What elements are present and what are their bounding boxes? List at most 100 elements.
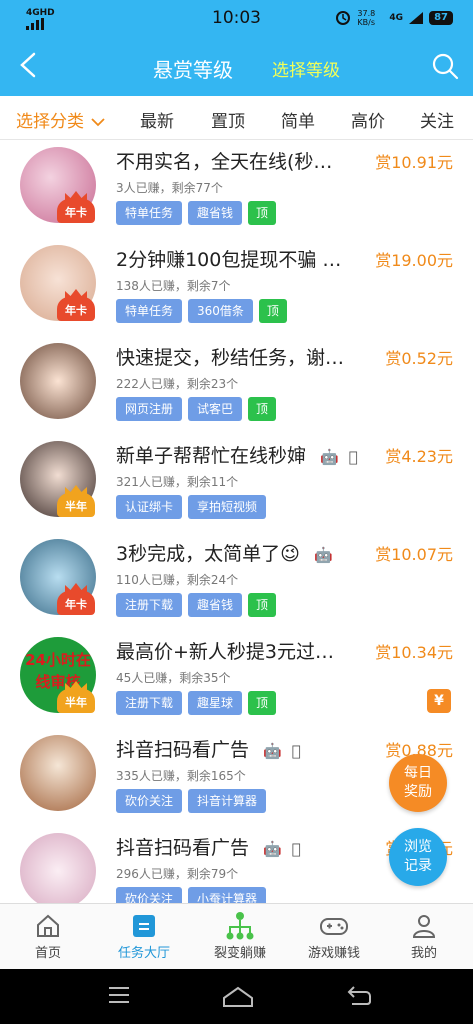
task-tags: 特单任务 360借条 顶 [116, 299, 287, 323]
chevron-down-icon [91, 118, 106, 127]
pinned-tag: 顶 [258, 299, 287, 323]
tab-profile[interactable]: 我的 [384, 910, 464, 961]
task-tag: 抖音计算器 [188, 789, 267, 813]
daily-reward-button[interactable]: 每日奖励 [389, 754, 447, 812]
task-tag: 认证绑卡 [116, 495, 183, 519]
filter-newest[interactable]: 最新 [140, 107, 174, 132]
select-level-button[interactable]: 选择等级 [272, 56, 340, 81]
task-tag: 砍价关注 [116, 887, 183, 903]
signal-type: 4G [389, 13, 404, 23]
apple-icon:  [292, 742, 301, 760]
task-reward: 赏10.07元 [375, 545, 453, 564]
task-reward: 赏4.23元 [385, 447, 453, 466]
tab-label: 游戏赚钱 [307, 946, 360, 961]
android-icon: 🤖 [263, 840, 282, 858]
system-nav-bar [0, 969, 473, 1024]
task-tag: 享拍短视频 [188, 495, 267, 519]
browse-history-label: 浏览记录 [404, 839, 432, 874]
task-title-text: 3秒完成，太简单了😉 [116, 543, 300, 565]
android-icon: 🤖 [263, 742, 282, 760]
task-meta: 222人已赚，剩余23个 [116, 377, 239, 391]
browse-history-button[interactable]: 浏览记录 [389, 828, 447, 886]
menu-icon[interactable] [107, 984, 131, 1006]
task-tag: 趣星球 [188, 691, 243, 715]
page-title: 悬赏等级 [153, 58, 233, 82]
annual-card-badge: 年卡 [57, 199, 95, 223]
task-row[interactable]: 年卡 3秒完成，太简单了😉 🤖 赏10.07元 110人已赚，剩余24个 注册下… [0, 533, 473, 631]
pinned-tag: 顶 [248, 201, 277, 225]
half-year-badge: 半年 [57, 493, 95, 517]
task-row[interactable]: 半年 新单子帮帮忙在线秒婶 🤖  赏4.23元 321人已赚，剩余11个 认证… [0, 435, 473, 533]
task-title: 2分钟赚100包提现不骗 … [116, 249, 342, 271]
task-tag: 砍价关注 [116, 789, 183, 813]
task-title: 新单子帮帮忙在线秒婶 🤖  [116, 441, 358, 468]
tab-games[interactable]: 游戏赚钱 [294, 910, 374, 961]
android-icon: 🤖 [320, 448, 339, 466]
task-tags: 注册下载 趣省钱 顶 [116, 593, 277, 617]
task-tag: 特单任务 [116, 201, 183, 225]
battery-level: 87 [429, 11, 453, 25]
pinned-tag: 顶 [248, 691, 277, 715]
tab-home[interactable]: 首页 [8, 910, 88, 961]
task-title-text: 抖音扫码看广告 [116, 837, 250, 859]
task-tag: 试客巴 [188, 397, 243, 421]
filter-simple[interactable]: 简单 [281, 107, 315, 132]
task-title-text: 抖音扫码看广告 [116, 739, 250, 761]
back-arrow-icon[interactable] [14, 50, 44, 80]
task-meta: 335人已赚，剩余165个 [116, 769, 246, 783]
task-tag: 特单任务 [116, 299, 183, 323]
home-nav-icon[interactable] [222, 984, 254, 1008]
task-tag: 注册下载 [116, 691, 183, 715]
fission-icon [226, 912, 254, 940]
task-meta: 3人已赚，剩余77个 [116, 181, 223, 195]
filter-pinned[interactable]: 置顶 [211, 107, 245, 132]
task-tag: 360借条 [188, 299, 253, 323]
search-icon[interactable] [431, 52, 459, 80]
task-row[interactable]: 24小时在线审核 半年 最高价+新人秒提3元过… 赏10.34元 45人已赚，剩… [0, 631, 473, 729]
task-hall-icon [133, 915, 155, 937]
task-tags: 砍价关注 抖音计算器 [116, 789, 267, 813]
apple-icon:  [292, 840, 301, 858]
apple-icon:  [349, 448, 358, 466]
tab-task-hall[interactable]: 任务大厅 [104, 910, 184, 961]
signal-strength-icon [409, 12, 424, 24]
home-icon [37, 914, 59, 937]
task-title: 不用实名，全天在线(秒… [116, 151, 333, 173]
task-meta: 296人已赚，剩余79个 [116, 867, 239, 881]
half-year-badge: 半年 [57, 689, 95, 713]
task-tag: 趣省钱 [188, 593, 243, 617]
status-right: 37.8 KB/s 4G 87 [335, 9, 453, 27]
category-filter[interactable]: 选择分类 [16, 107, 106, 132]
task-tag: 注册下载 [116, 593, 183, 617]
status-bar: 4GHD 10:03 37.8 KB/s 4G 87 [0, 0, 473, 36]
gamepad-icon [320, 918, 348, 935]
task-tag: 小蚕计算器 [188, 887, 267, 903]
task-tag: 网页注册 [116, 397, 183, 421]
category-filter-label: 选择分类 [16, 112, 84, 132]
task-tags: 网页注册 试客巴 顶 [116, 397, 277, 421]
annual-card-badge: 年卡 [57, 591, 95, 615]
tab-label: 首页 [34, 946, 61, 961]
task-tags: 认证绑卡 享拍短视频 [116, 495, 267, 519]
pinned-tag: 顶 [248, 397, 277, 421]
back-nav-icon[interactable] [346, 984, 372, 1006]
task-tag: 趣省钱 [188, 201, 243, 225]
task-row[interactable]: 快速提交，秒结任务，谢… 赏0.52元 222人已赚，剩余23个 网页注册 试客… [0, 337, 473, 435]
task-reward: 赏10.34元 [375, 643, 453, 662]
task-tags: 特单任务 趣省钱 顶 [116, 201, 277, 225]
filter-following[interactable]: 关注 [420, 107, 454, 132]
daily-reward-label: 每日奖励 [404, 765, 432, 800]
annual-card-badge: 年卡 [57, 297, 95, 321]
filter-high-price[interactable]: 高价 [351, 107, 385, 132]
task-title-text: 新单子帮帮忙在线秒婶 [116, 445, 307, 467]
tab-fission[interactable]: 裂变躺赚 [200, 910, 280, 961]
task-meta: 110人已赚，剩余24个 [116, 573, 239, 587]
avatar [20, 735, 96, 811]
tab-label: 任务大厅 [117, 946, 170, 961]
task-row[interactable]: 年卡 2分钟赚100包提现不骗 … 赏19.00元 138人已赚，剩余7个 特单… [0, 239, 473, 337]
filter-bar: 选择分类 最新 置顶 简单 高价 关注 [0, 96, 473, 140]
task-title: 3秒完成，太简单了😉 🤖 [116, 539, 333, 566]
red-packet-button[interactable]: ¥ [427, 689, 451, 713]
bottom-tab-bar: 首页 任务大厅 裂变躺赚 游戏赚钱 我的 [0, 903, 473, 969]
task-row[interactable]: 年卡 不用实名，全天在线(秒… 赏10.91元 3人已赚，剩余77个 特单任务 … [0, 141, 473, 239]
